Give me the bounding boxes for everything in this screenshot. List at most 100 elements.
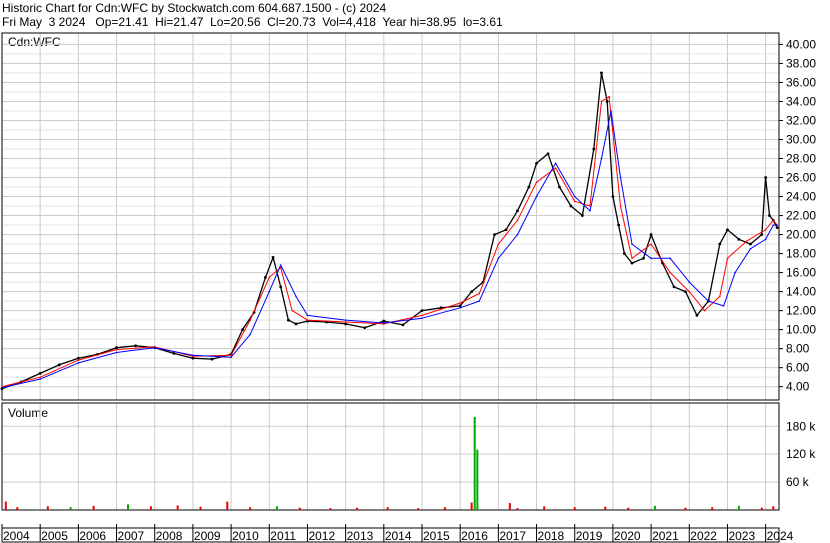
- volume-bar: [127, 504, 129, 510]
- year-tick-label: 2006: [79, 529, 106, 543]
- price-tick-label: 20.00: [786, 228, 816, 242]
- series-point-price: [76, 356, 80, 360]
- volume-bar: [4, 501, 7, 510]
- series-point-ma_long: [192, 354, 194, 357]
- series-point-ma_long: [306, 314, 309, 317]
- series-point-ma_short: [268, 276, 271, 279]
- series-point-price: [600, 71, 603, 75]
- series-point-ma_short: [703, 309, 706, 312]
- year-tick-label: 2019: [576, 529, 603, 543]
- series-point-price: [516, 209, 519, 213]
- series-point-price: [611, 195, 615, 198]
- series-point-ma_short: [421, 314, 423, 317]
- price-tick-label: 4.00: [786, 380, 810, 394]
- series-point-price: [458, 304, 462, 308]
- series-point-ma_long: [268, 290, 271, 293]
- price-tick-label: 32.00: [786, 113, 816, 127]
- series-point-ma_short: [497, 243, 500, 245]
- price-tick-label: 6.00: [786, 361, 810, 375]
- volume-bar: [226, 501, 229, 510]
- year-tick-label: 2012: [308, 529, 335, 543]
- series-point-price: [718, 242, 722, 246]
- year-tick-label: 2022: [690, 529, 717, 543]
- volume-bar: [508, 503, 511, 510]
- stock-chart: Cdn:WFC Volume 40.00 38.00 36.00 34.00 32.00…: [0, 32, 816, 543]
- price-tick-label: 12.00: [786, 304, 816, 318]
- series-point-ma_long: [589, 209, 591, 212]
- series-point-ma_long: [619, 176, 622, 179]
- series-point-ma_long: [573, 195, 576, 198]
- series-point-price: [271, 255, 275, 259]
- series-point-ma_long: [344, 319, 347, 321]
- series-point-ma_short: [77, 359, 80, 361]
- price-tick-label: 14.00: [786, 285, 816, 299]
- series-point-price: [535, 161, 538, 165]
- series-point-ma_short: [619, 205, 622, 207]
- series-point-ma_short: [745, 240, 748, 243]
- volume-bar: [684, 507, 687, 510]
- series-point-price: [363, 326, 367, 330]
- series-point-ma_long: [554, 162, 557, 165]
- volume-bar: [16, 507, 19, 510]
- series-point-ma_short: [650, 243, 652, 245]
- volume-bar: [329, 508, 332, 510]
- volume-bar: [386, 507, 389, 510]
- series-point-ma_long: [610, 110, 612, 112]
- price-tick-label: 40.00: [786, 37, 816, 51]
- series-point-price: [401, 323, 405, 327]
- year-tick-label: 2014: [385, 529, 412, 543]
- volume-panel-frame: [1, 402, 780, 511]
- series-point-price: [605, 100, 609, 103]
- series-point-ma_long: [535, 195, 538, 198]
- series-point-ma_long: [39, 378, 41, 380]
- year-tick-label: 2013: [347, 529, 374, 543]
- year-tick-label: 2021: [652, 529, 679, 543]
- volume-bar: [760, 507, 763, 510]
- series-point-price: [558, 185, 561, 189]
- series-point-ma_long: [764, 238, 767, 241]
- series-point-ma_long: [153, 346, 156, 349]
- series-point-price: [592, 147, 596, 151]
- series-point-price: [630, 261, 634, 265]
- series-point-ma_short: [688, 290, 691, 293]
- series-point-ma_short: [535, 181, 538, 184]
- volume-bar: [356, 507, 359, 510]
- volume-bar: [473, 416, 476, 510]
- series-point-price: [172, 352, 176, 355]
- volume-bar: [653, 505, 656, 510]
- volume-bar: [573, 507, 576, 510]
- series-point-ma_short: [39, 376, 41, 378]
- price-tick-label: 22.00: [786, 209, 816, 223]
- volume-bar: [443, 507, 446, 510]
- year-tick-label: 2018: [538, 529, 565, 543]
- series-point-price: [279, 285, 283, 289]
- volume-bar: [711, 507, 714, 510]
- series-point-ma_short: [291, 309, 293, 312]
- series-point-price: [580, 214, 584, 217]
- series-point-ma_long: [734, 271, 736, 274]
- volume-tick-label: 180 k: [786, 419, 816, 433]
- price-tick-label: 34.00: [786, 94, 816, 108]
- series-point-ma_short: [306, 319, 309, 321]
- volume-bar: [92, 505, 95, 510]
- series-point-price: [642, 256, 645, 260]
- volume-bar: [417, 508, 420, 510]
- volume-bar: [516, 508, 519, 510]
- series-point-price: [504, 228, 508, 232]
- volume-bar: [772, 506, 775, 510]
- series-point-price: [760, 233, 764, 236]
- year-tick-label: 2008: [156, 529, 183, 543]
- series-point-price: [470, 290, 474, 294]
- year-tick-label: 2004: [3, 529, 30, 543]
- price-tick-label: 8.00: [786, 342, 810, 356]
- series-point-price: [748, 242, 752, 246]
- year-tick-label: 2015: [423, 529, 450, 543]
- price-panel-label: Cdn:WFC: [8, 35, 61, 49]
- series-point-ma_long: [516, 233, 519, 236]
- series-point-price: [622, 252, 626, 255]
- series-point-ma_short: [459, 302, 461, 304]
- series-point-ma_short: [115, 348, 118, 351]
- price-panel-frame: [1, 32, 780, 401]
- series-point-ma_long: [478, 300, 481, 302]
- series-point-price: [286, 318, 290, 322]
